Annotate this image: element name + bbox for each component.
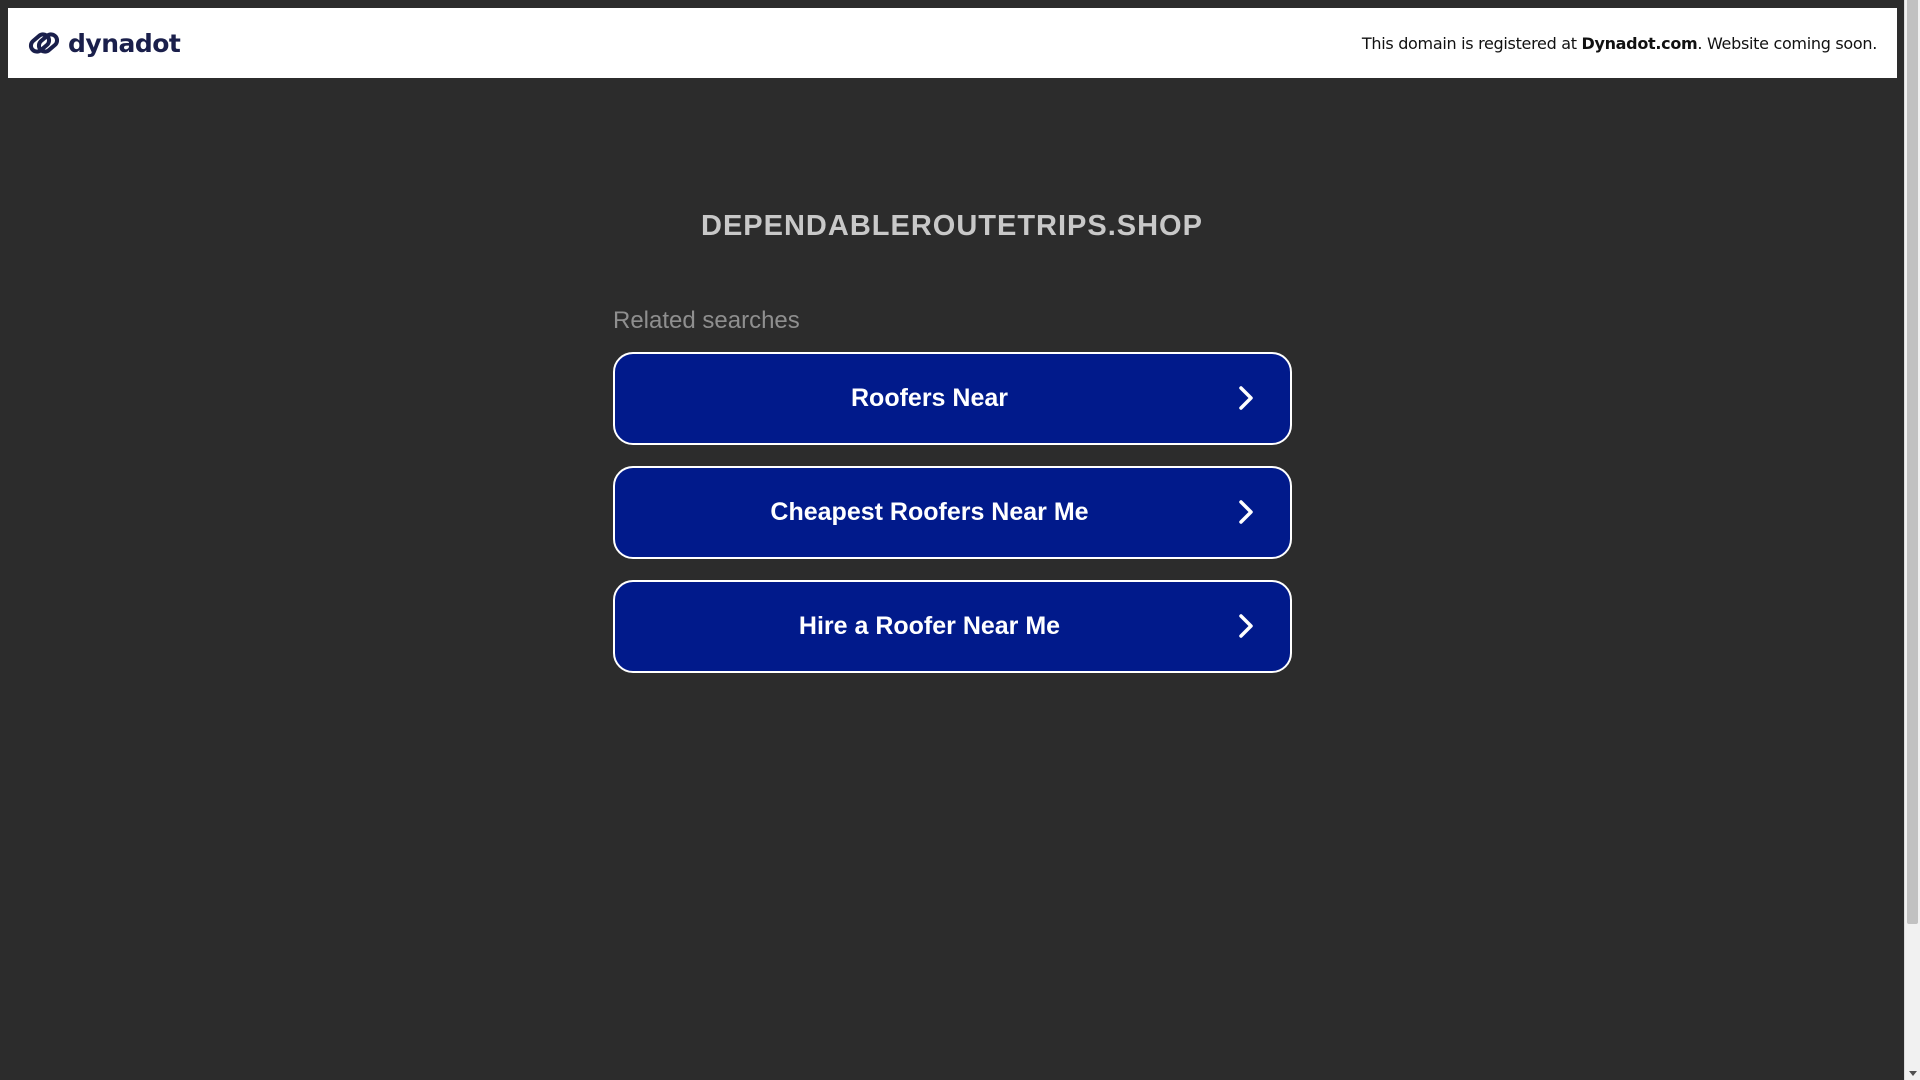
notice-registrar: Dynadot.com (1581, 33, 1698, 53)
scrollbar-thumb[interactable] (1907, 0, 1918, 924)
dynadot-brand-link[interactable]: dynadot (28, 25, 181, 61)
chevron-right-icon (1232, 498, 1260, 526)
chevron-right-icon (1232, 384, 1260, 412)
scroll-down-arrow-icon[interactable] (1909, 1071, 1917, 1076)
page: dynadot This domain is registered at Dyn… (0, 0, 1920, 1080)
domain-title: DEPENDABLEROUTETRIPS.SHOP (701, 210, 1203, 242)
registration-notice: This domain is registered at Dynadot.com… (1362, 8, 1877, 78)
search-button-label: Cheapest Roofers Near Me (770, 498, 1089, 526)
notice-prefix: This domain is registered at (1361, 33, 1582, 53)
vertical-scrollbar[interactable] (1904, 0, 1920, 1080)
brand-name: dynadot (68, 28, 181, 58)
search-button-roofers-near[interactable]: Roofers Near (613, 352, 1292, 445)
search-button-cheapest-roofers-near-me[interactable]: Cheapest Roofers Near Me (613, 466, 1292, 559)
search-button-hire-a-roofer-near-me[interactable]: Hire a Roofer Near Me (613, 580, 1292, 673)
top-banner: dynadot This domain is registered at Dyn… (8, 8, 1897, 78)
notice-suffix: . Website coming soon. (1697, 33, 1877, 53)
search-button-label: Hire a Roofer Near Me (798, 612, 1061, 640)
related-searches-heading: Related searches (613, 307, 800, 334)
related-searches-list: Roofers Near Cheapest Roofers Near Me Hi… (613, 352, 1292, 694)
search-button-label: Roofers Near (851, 384, 1008, 412)
dynadot-logo-icon (28, 26, 60, 60)
chevron-right-icon (1232, 612, 1260, 640)
